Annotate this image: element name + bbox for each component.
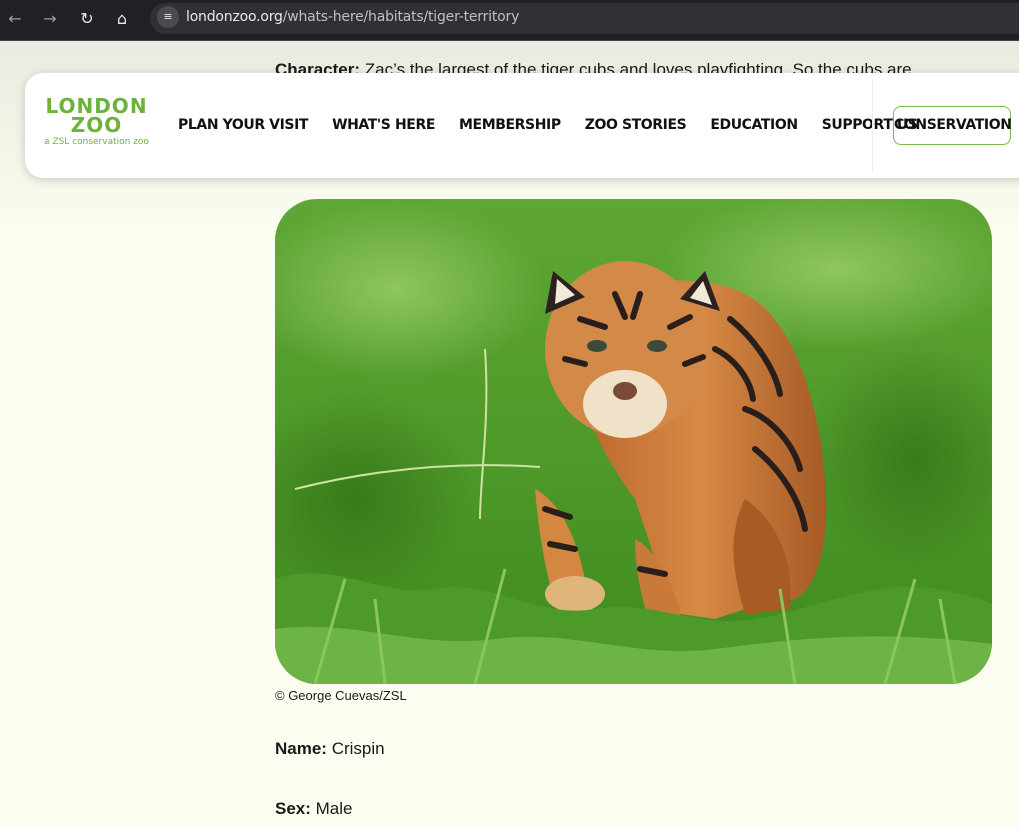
photo-credit: © George Cuevas/ZSL xyxy=(275,688,407,703)
url-path: /whats-here/habitats/tiger-territory xyxy=(282,9,520,25)
nav-zoo-stories[interactable]: ZOO STORIES xyxy=(585,117,687,133)
url-domain: londonzoo.org xyxy=(186,9,283,25)
fact-sex: Sex: Male xyxy=(275,799,353,819)
browser-toolbar: ← → ↻ ⌂ ≡ londonzoo.org/whats-here/habit… xyxy=(0,0,1019,41)
fact-sex-label: Sex: xyxy=(275,799,311,818)
site-settings-icon[interactable]: ≡ xyxy=(157,6,179,28)
forward-arrow-icon[interactable]: → xyxy=(38,7,62,31)
nav-plan-your-visit[interactable]: PLAN YOUR VISIT xyxy=(178,117,308,133)
fact-name: Name: Crispin xyxy=(275,739,385,759)
fact-sex-value: Male xyxy=(310,799,353,818)
address-bar[interactable]: ≡ londonzoo.org/whats-here/habitats/tige… xyxy=(150,3,1019,34)
site-header: LONDON ZOO a ZSL conservation zoo PLAN Y… xyxy=(25,73,1019,178)
tiger-cub-photo xyxy=(275,199,992,684)
tiger-cub-image xyxy=(275,199,992,684)
url-text[interactable]: londonzoo.org/whats-here/habitats/tiger-… xyxy=(186,9,519,25)
logo-line-2: ZOO xyxy=(70,113,123,137)
home-icon[interactable]: ⌂ xyxy=(110,7,134,31)
conservation-button[interactable]: CONSERVATION xyxy=(893,106,1012,145)
fact-name-label: Name: xyxy=(275,739,327,758)
back-arrow-icon[interactable]: ← xyxy=(3,7,27,31)
main-navigation: PLAN YOUR VISIT WHAT'S HERE MEMBERSHIP Z… xyxy=(178,117,942,133)
nav-membership[interactable]: MEMBERSHIP xyxy=(459,117,561,133)
london-zoo-logo[interactable]: LONDON ZOO a ZSL conservation zoo xyxy=(39,96,154,149)
fact-name-value: Crispin xyxy=(326,739,385,758)
page-content: Character: Zac’s the largest of the tige… xyxy=(0,41,1019,828)
nav-education[interactable]: EDUCATION xyxy=(710,117,798,133)
nav-whats-here[interactable]: WHAT'S HERE xyxy=(332,117,435,133)
header-divider xyxy=(872,79,873,172)
logo-tagline: a ZSL conservation zoo xyxy=(44,137,149,147)
reload-icon[interactable]: ↻ xyxy=(75,7,99,31)
